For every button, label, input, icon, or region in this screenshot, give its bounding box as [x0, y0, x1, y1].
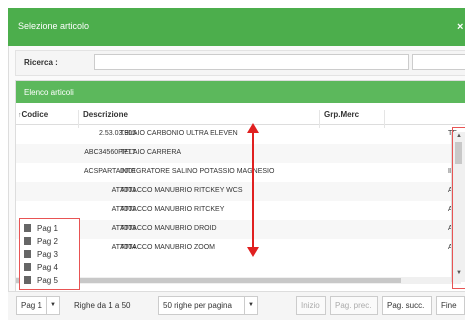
caret-down-icon[interactable]: ▼	[244, 297, 257, 314]
scrollbar-highlight-box	[452, 127, 465, 289]
cell-descrizione: ATTACCO MANUBRIO RITCKEY	[120, 206, 225, 213]
annotation-arrow-down-icon	[247, 247, 259, 257]
search-input[interactable]	[94, 54, 409, 70]
pagination-bar: Pag 1 ▼ Righe da 1 a 50 50 righe per pag…	[8, 291, 465, 320]
column-grp-merc[interactable]: Grp.Merc	[324, 110, 359, 119]
last-page-button[interactable]: Fine	[436, 296, 465, 315]
page-select-value: Pag 1	[21, 301, 42, 310]
table-row[interactable]: ATT004 ATTACCO MANUBRIO ZOOM AT	[16, 239, 465, 258]
search-label: Ricerca :	[24, 58, 58, 67]
dialog-titlebar: Selezione articolo ×	[8, 8, 465, 46]
page-select[interactable]: Pag 1 ▼	[16, 296, 60, 315]
table-row[interactable]: ATT001 ATTACCO MANUBRIO RITCKEY WCS AT	[16, 182, 465, 201]
column-codice[interactable]: ↑Codice	[18, 110, 48, 119]
cell-descrizione: TELAIO CARRERA	[120, 149, 182, 156]
page-menu-item[interactable]: Pag 5	[24, 276, 58, 285]
caret-down-icon[interactable]: ▼	[46, 297, 59, 314]
search-panel: Ricerca :	[15, 50, 465, 76]
table-row[interactable]: ATT002 ATTACCO MANUBRIO RITCKEY AT	[16, 201, 465, 220]
page-menu-item-label: Pag 2	[37, 237, 58, 246]
page-menu-item[interactable]: Pag 2	[24, 237, 58, 246]
cell-descrizione: TELAIO CARBONIO ULTRA ELEVEN	[120, 130, 238, 137]
list-title: Elenco articoli	[24, 88, 74, 97]
page-menu-item[interactable]: Pag 3	[24, 250, 58, 259]
document-icon	[24, 276, 31, 284]
column-codice-label: Codice	[21, 110, 49, 119]
table-row[interactable]: ABC34560PPTT TELAIO CARRERA	[16, 144, 465, 163]
cell-descrizione: ATTACCO MANUBRIO DROID	[120, 225, 217, 232]
next-page-button[interactable]: Pag. succ.	[382, 296, 432, 315]
document-icon	[24, 224, 31, 232]
prev-page-button[interactable]: Pag. prec.	[330, 296, 378, 315]
table-row[interactable]: 2.53.03.905 TELAIO CARBONIO ULTRA ELEVEN…	[16, 125, 465, 144]
horizontal-scrollbar[interactable]	[16, 277, 461, 284]
document-icon	[24, 263, 31, 271]
page-menu-item-label: Pag 3	[37, 250, 58, 259]
page-menu-item-label: Pag 1	[37, 224, 58, 233]
page-menu-item-label: Pag 4	[37, 263, 58, 272]
close-icon[interactable]: ×	[457, 21, 465, 33]
page-menu-item-label: Pag 5	[37, 276, 58, 285]
column-descrizione[interactable]: Descrizione	[83, 110, 128, 119]
per-page-select[interactable]: 50 righe per pagina ▼	[158, 296, 258, 315]
annotation-arrow-shaft	[252, 130, 254, 250]
article-list-panel: Elenco articoli ↑Codice Descrizione Grp.…	[15, 80, 465, 312]
table-row[interactable]: ATT003 ATTACCO MANUBRIO DROID AT	[16, 220, 465, 239]
search-input-extension[interactable]	[412, 54, 465, 70]
cell-descrizione: ATTACCO MANUBRIO ZOOM	[120, 244, 216, 251]
column-headers: ↑Codice Descrizione Grp.Merc	[16, 106, 465, 128]
list-header: Elenco articoli	[16, 81, 465, 103]
page-menu: Pag 1 Pag 2 Pag 3 Pag 4 Pag 5	[19, 218, 80, 290]
first-page-button[interactable]: Inizio	[296, 296, 326, 315]
document-icon	[24, 237, 31, 245]
table-row[interactable]: ACSPARTA0001 INTEGRATORE SALINO POTASSIO…	[16, 163, 465, 182]
document-icon	[24, 250, 31, 258]
rows-info: Righe da 1 a 50	[74, 301, 131, 310]
annotation-arrow-up-icon	[247, 123, 259, 133]
per-page-value: 50 righe per pagina	[163, 301, 232, 310]
page-menu-item[interactable]: Pag 4	[24, 263, 58, 272]
page-menu-item[interactable]: Pag 1	[24, 224, 58, 233]
dialog-title: Selezione articolo	[18, 21, 90, 31]
cell-descrizione: ATTACCO MANUBRIO RITCKEY WCS	[120, 187, 243, 194]
